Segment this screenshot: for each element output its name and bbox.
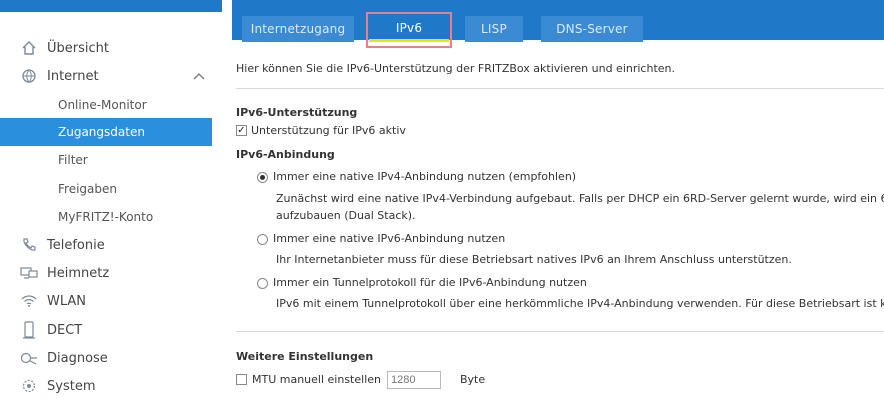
- diagnose-icon: [20, 349, 38, 367]
- further-settings-heading: Weitere Einstellungen: [236, 350, 374, 363]
- ipv6-support-heading: IPv6-Unterstützung: [236, 106, 358, 119]
- sidebar-item-internet[interactable]: Internet: [0, 62, 212, 90]
- sidebar-item-online-monitor[interactable]: Online-Monitor: [0, 91, 212, 119]
- sidebar-item-label: Freigaben: [58, 182, 117, 196]
- tab-lisp[interactable]: LISP: [465, 16, 523, 42]
- divider: [236, 88, 884, 89]
- sidebar-item-system[interactable]: System: [0, 372, 212, 399]
- sidebar-item-label: Telefonie: [47, 237, 105, 253]
- sidebar-item-label: MyFRITZ!-Konto: [58, 210, 154, 224]
- home-icon: [20, 39, 38, 57]
- sidebar-item-filter[interactable]: Filter: [0, 146, 212, 174]
- mtu-unit: Byte: [460, 373, 486, 386]
- option-native-ipv6-label: Immer eine native IPv6-Anbindung nutzen: [273, 232, 506, 245]
- globe-icon: [20, 67, 38, 85]
- sidebar-item-heimnetz[interactable]: Heimnetz: [0, 259, 212, 287]
- sidebar-item-label: Übersicht: [47, 40, 109, 56]
- sidebar-item-label: Online-Monitor: [58, 98, 147, 112]
- option-tunnel-label: Immer ein Tunnelprotokoll für die IPv6-A…: [273, 276, 587, 289]
- sidebar-item-freigaben[interactable]: Freigaben: [0, 175, 212, 203]
- radio-native-ipv6[interactable]: [257, 234, 268, 245]
- dect-icon: [20, 321, 38, 339]
- sidebar-item-label: Diagnose: [47, 350, 108, 366]
- chevron-up-icon[interactable]: [193, 69, 205, 83]
- sidebar-item-label: Internet: [47, 68, 99, 84]
- top-bar-left-strip: [0, 0, 222, 12]
- option-native-ipv4-label: Immer eine native IPv4-Anbindung nutzen …: [273, 170, 577, 183]
- tab-internetzugang[interactable]: Internetzugang: [242, 16, 354, 42]
- option-native-ipv6-desc: Ihr Internetanbieter muss für diese Betr…: [276, 253, 792, 266]
- option-native-ipv4-desc: Zunächst wird eine native IPv4-Verbindun…: [276, 192, 884, 205]
- sidebar-item-label: System: [47, 378, 96, 394]
- radio-tunnel[interactable]: [257, 278, 268, 289]
- sidebar-item-zugangsdaten[interactable]: Zugangsdaten: [0, 118, 212, 146]
- wifi-icon: [20, 292, 38, 310]
- sidebar-item-label: Heimnetz: [47, 265, 110, 281]
- intro-text: Hier können Sie die IPv6-Unterstützung d…: [236, 62, 675, 75]
- tab-highlight-box: [366, 12, 452, 48]
- ipv6-support-label: Unterstützung für IPv6 aktiv: [251, 124, 406, 137]
- option-tunnel-desc: IPv6 mit einem Tunnelprotokoll über eine…: [276, 297, 884, 310]
- divider: [236, 331, 884, 332]
- sidebar-item-dect[interactable]: DECT: [0, 316, 212, 344]
- option-native-ipv4-desc-2: aufzubauen (Dual Stack).: [276, 209, 416, 222]
- ipv6-support-checkbox[interactable]: ✓: [236, 125, 247, 136]
- sidebar-item-label: Zugangsdaten: [58, 125, 145, 139]
- network-icon: [20, 264, 38, 282]
- sidebar-item-diagnose[interactable]: Diagnose: [0, 344, 212, 372]
- radio-native-ipv4[interactable]: [257, 172, 268, 183]
- mtu-checkbox[interactable]: [236, 374, 247, 385]
- mtu-input[interactable]: [387, 371, 441, 389]
- sidebar-item-label: Filter: [58, 153, 88, 167]
- sidebar: Übersicht Internet Online-Monitor Zugang…: [0, 30, 212, 399]
- tab-dns-server[interactable]: DNS-Server: [541, 16, 643, 42]
- ipv6-binding-heading: IPv6-Anbindung: [236, 148, 335, 161]
- sidebar-item-uebersicht[interactable]: Übersicht: [0, 34, 212, 62]
- sidebar-item-telefonie[interactable]: Telefonie: [0, 231, 212, 259]
- sidebar-item-wlan[interactable]: WLAN: [0, 287, 212, 315]
- sidebar-item-myfritz-konto[interactable]: MyFRITZ!-Konto: [0, 203, 212, 231]
- sidebar-item-label: WLAN: [47, 293, 87, 309]
- mtu-label: MTU manuell einstellen: [252, 373, 381, 386]
- system-icon: [20, 377, 38, 395]
- phone-icon: [20, 236, 38, 254]
- sidebar-item-label: DECT: [47, 322, 83, 338]
